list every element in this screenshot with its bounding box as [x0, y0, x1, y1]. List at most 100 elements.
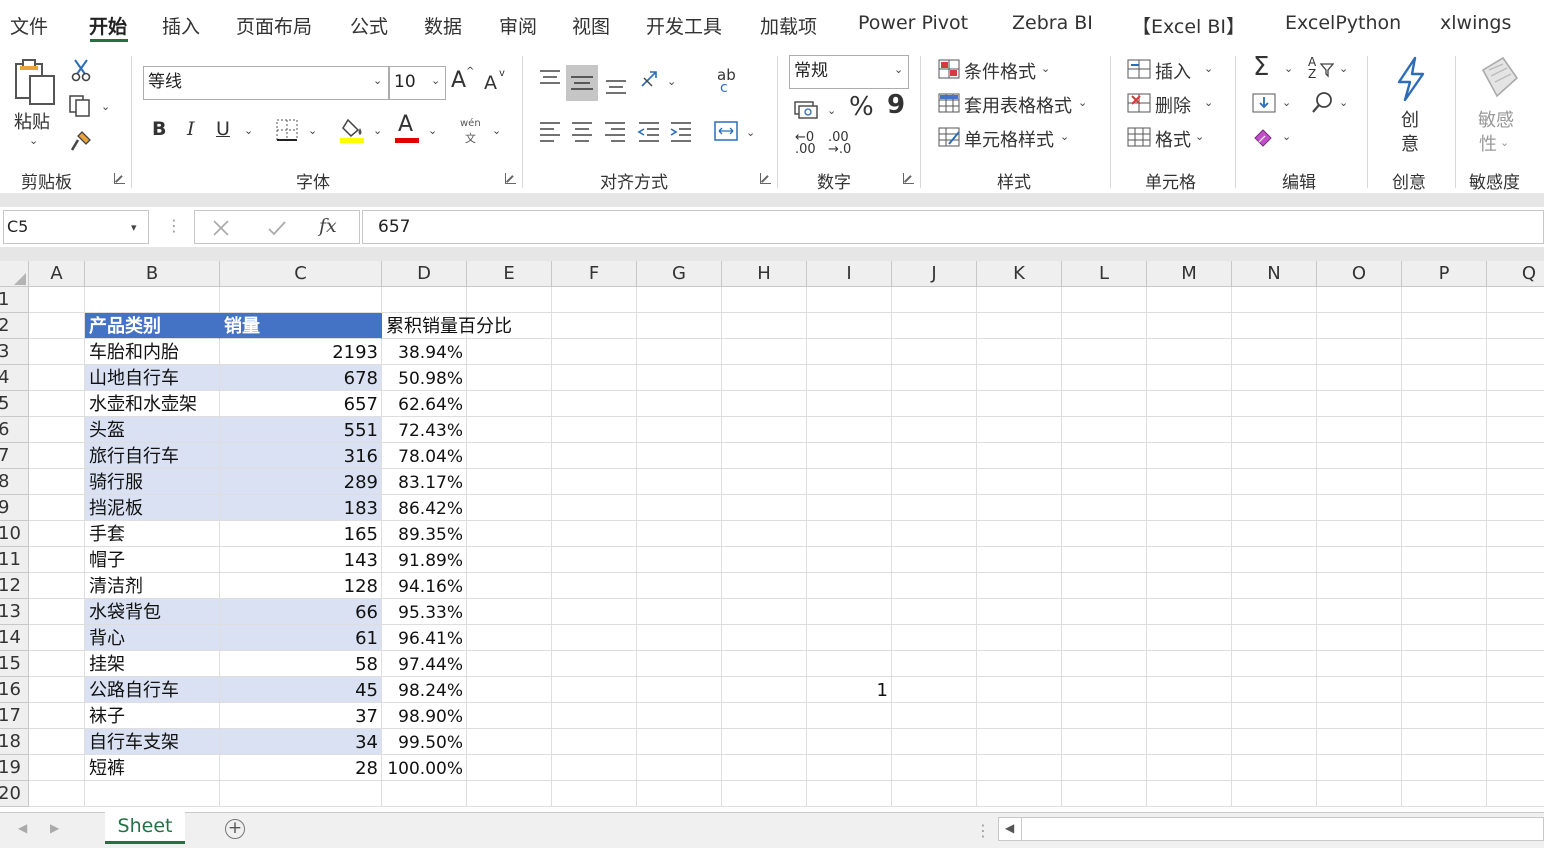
tab-insert[interactable]: 插入 [162, 12, 200, 39]
grid-cell[interactable] [1402, 339, 1487, 365]
grid-cell[interactable] [1232, 703, 1317, 729]
grid-cell[interactable] [977, 339, 1062, 365]
grid-cell[interactable] [892, 677, 977, 703]
autosum-icon[interactable]: Σ [1253, 52, 1269, 82]
grid-cell[interactable] [1062, 365, 1147, 391]
grid-cell[interactable] [807, 443, 892, 469]
cumulative-pct-cell[interactable]: 62.64% [382, 391, 467, 417]
grid-cell[interactable] [1062, 703, 1147, 729]
underline-dropdown-icon[interactable]: ⌄ [244, 124, 253, 137]
grid-cell[interactable] [637, 547, 722, 573]
grid-cell[interactable] [637, 599, 722, 625]
category-cell[interactable]: 手套 [85, 521, 220, 547]
grid-cell[interactable] [1402, 417, 1487, 443]
grid-cell[interactable] [1487, 469, 1544, 495]
grid-cell[interactable] [29, 287, 85, 313]
grid-cell[interactable] [807, 547, 892, 573]
ideas-lightning-icon[interactable] [1393, 56, 1429, 102]
clear-dropdown-icon[interactable]: ⌄ [1282, 130, 1291, 143]
align-left-icon[interactable] [538, 120, 562, 142]
grid-cell[interactable] [1317, 469, 1402, 495]
grid-cell[interactable] [1232, 287, 1317, 313]
copy-icon[interactable] [68, 94, 94, 118]
grid-cell[interactable] [1062, 443, 1147, 469]
grid-cell[interactable] [807, 521, 892, 547]
grid-cell[interactable] [807, 339, 892, 365]
cut-icon[interactable] [70, 58, 92, 82]
grid-cell[interactable] [977, 781, 1062, 807]
conditional-format-dropdown-icon[interactable]: ⌄ [1041, 62, 1050, 75]
grid-cell[interactable] [892, 651, 977, 677]
grid-cell[interactable] [467, 469, 552, 495]
grid-cell[interactable] [467, 729, 552, 755]
conditional-format-icon[interactable] [937, 58, 961, 80]
grid-cell[interactable] [467, 677, 552, 703]
orientation-dropdown-icon[interactable]: ⌄ [667, 75, 676, 88]
row-header-2[interactable]: 2 [0, 313, 29, 339]
sales-cell[interactable]: 61 [220, 625, 382, 651]
grid-cell[interactable] [29, 469, 85, 495]
grid-cell[interactable] [1147, 625, 1232, 651]
cumulative-pct-cell[interactable]: 95.33% [382, 599, 467, 625]
grid-cell[interactable] [977, 547, 1062, 573]
grid-cell[interactable] [1147, 729, 1232, 755]
grid-cell[interactable] [1487, 703, 1544, 729]
grid-cell[interactable] [1317, 573, 1402, 599]
grid-cell[interactable] [1147, 391, 1232, 417]
grid-cell[interactable] [1062, 391, 1147, 417]
row-header-4[interactable]: 4 [0, 365, 29, 391]
sales-cell[interactable]: 2193 [220, 339, 382, 365]
row-header-16[interactable]: 16 [0, 677, 29, 703]
grid-cell[interactable] [85, 781, 220, 807]
grid-cell[interactable] [637, 521, 722, 547]
grid-cell[interactable] [892, 547, 977, 573]
grid-cell[interactable] [807, 469, 892, 495]
grid-cell[interactable] [807, 755, 892, 781]
horizontal-scrollbar[interactable]: ◀ [998, 817, 1544, 841]
borders-dropdown-icon[interactable]: ⌄ [308, 124, 317, 137]
insert-cells-button[interactable]: 插入 [1155, 58, 1191, 84]
grid-cell[interactable] [807, 573, 892, 599]
tab-xlwings[interactable]: xlwings [1440, 12, 1511, 34]
grid-cell[interactable] [1317, 547, 1402, 573]
category-cell[interactable]: 帽子 [85, 547, 220, 573]
grid-cell[interactable] [29, 625, 85, 651]
grid-cell[interactable] [1487, 339, 1544, 365]
grid-cell[interactable] [1062, 625, 1147, 651]
grid-cell[interactable] [1402, 755, 1487, 781]
grid-cell[interactable] [637, 703, 722, 729]
grid-cell[interactable] [1147, 339, 1232, 365]
table-header-category[interactable]: 产品类别 [85, 313, 220, 339]
underline-button[interactable]: U [216, 118, 230, 140]
row-header-8[interactable]: 8 [0, 469, 29, 495]
grid-cell[interactable] [1062, 599, 1147, 625]
format-painter-icon[interactable] [68, 128, 94, 154]
grid-cell[interactable] [1487, 625, 1544, 651]
format-cells-dropdown-icon[interactable]: ⌄ [1195, 130, 1204, 143]
grid-cell[interactable] [637, 339, 722, 365]
grid-cell[interactable] [29, 547, 85, 573]
delete-cells-dropdown-icon[interactable]: ⌄ [1204, 96, 1213, 109]
name-box-dropdown-icon[interactable]: ▾ [131, 221, 137, 234]
grid-cell[interactable] [1317, 625, 1402, 651]
grid-cell[interactable] [637, 287, 722, 313]
conditional-format-button[interactable]: 条件格式 [964, 58, 1036, 84]
sales-cell[interactable]: 551 [220, 417, 382, 443]
category-cell[interactable]: 公路自行车 [85, 677, 220, 703]
row-header-11[interactable]: 11 [0, 547, 29, 573]
paste-dropdown-icon[interactable]: ⌄ [29, 134, 38, 147]
grid-cell[interactable] [807, 391, 892, 417]
cumulative-pct-cell[interactable]: 98.90% [382, 703, 467, 729]
tab-data[interactable]: 数据 [424, 12, 462, 39]
grid-cell[interactable] [807, 365, 892, 391]
grid-cell[interactable] [467, 365, 552, 391]
delete-cells-icon[interactable] [1126, 92, 1152, 114]
worksheet-grid[interactable]: ABCDEFGHIJKLMNOPQ12345678910111213141516… [0, 261, 1544, 812]
grid-cell[interactable] [1402, 703, 1487, 729]
grid-cell[interactable] [1232, 521, 1317, 547]
grid-cell[interactable] [467, 703, 552, 729]
insert-cells-dropdown-icon[interactable]: ⌄ [1204, 62, 1213, 75]
column-header-a[interactable]: A [29, 261, 85, 287]
cumulative-pct-cell[interactable]: 96.41% [382, 625, 467, 651]
grid-cell[interactable] [722, 755, 807, 781]
